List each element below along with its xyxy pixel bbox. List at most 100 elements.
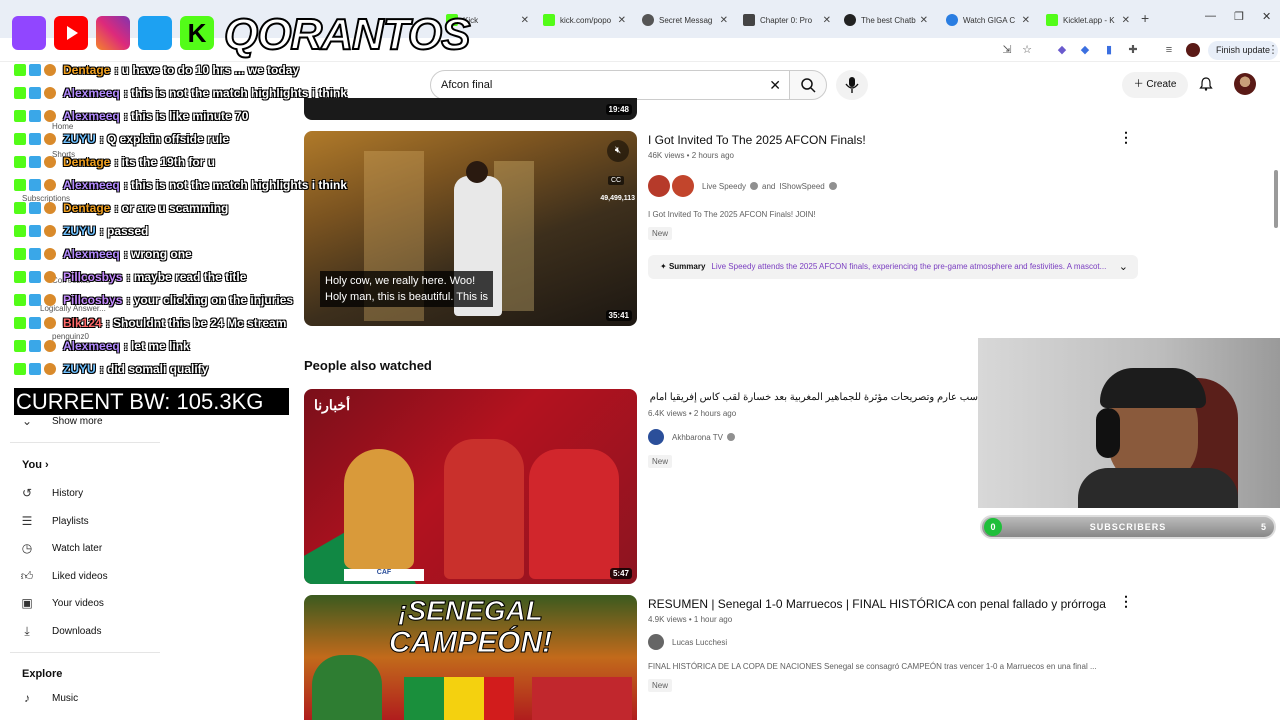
- profile-avatar[interactable]: [1186, 43, 1200, 57]
- search-button[interactable]: [789, 70, 827, 100]
- sidebar-item-watch-later[interactable]: ◷ Watch later: [20, 541, 102, 555]
- browser-tab[interactable]: The best Chatb ✕: [838, 8, 934, 32]
- video-title[interactable]: I Got Invited To The 2025 AFCON Finals!: [648, 133, 866, 147]
- close-icon[interactable]: ✕: [618, 15, 626, 26]
- tab-label: kick.com/popo: [560, 15, 612, 25]
- chat-username: Alexmeeq: [63, 86, 120, 100]
- chat-message: ZUYU: passed: [14, 221, 148, 241]
- kick-badge-icon: [14, 110, 26, 122]
- browser-tab[interactable]: Chapter 0: Pro ✕: [737, 8, 837, 32]
- channel-name[interactable]: Akhbarona TV: [672, 433, 723, 442]
- browser-tab[interactable]: Secret Messag ✕: [636, 8, 734, 32]
- video-title[interactable]: RESUMEN | Senegal 1-0 Marruecos | FINAL …: [648, 597, 1106, 611]
- channel-avatar: [648, 175, 670, 197]
- browser-tab[interactable]: Watch GIGA C ✕: [940, 8, 1036, 32]
- close-icon[interactable]: ✕: [720, 15, 728, 26]
- close-icon[interactable]: ✕: [1022, 15, 1030, 26]
- channel-row[interactable]: Lucas Lucchesi: [648, 634, 727, 650]
- chat-username: Alexmeeq: [63, 178, 120, 192]
- verified-icon: [727, 433, 735, 441]
- section-you[interactable]: You ›: [22, 459, 49, 471]
- lion-mascot: [344, 449, 414, 569]
- tab-label: Secret Messag: [659, 15, 713, 25]
- kick-badge-icon: [14, 271, 26, 283]
- subscriber-badge-icon: [29, 133, 41, 145]
- restore-icon[interactable]: ❐: [1234, 10, 1244, 23]
- mute-icon[interactable]: 🔇︎: [607, 140, 629, 162]
- more-actions-icon[interactable]: ⋮: [1119, 593, 1133, 610]
- video-thumbnail[interactable]: 🔇︎ CC 49,499,113 Holy cow, we really her…: [304, 131, 637, 326]
- tab-search-icon[interactable]: ≡: [1162, 43, 1176, 57]
- voice-search-button[interactable]: [836, 70, 868, 100]
- chat-message: ZUYU: did somali qualify: [14, 359, 208, 379]
- browser-tab[interactable]: Kicklet.app - K ✕: [1040, 8, 1136, 32]
- sidebar-item-liked-videos[interactable]: 👍︎ Liked videos: [20, 569, 108, 583]
- channel-name[interactable]: Lucas Lucchesi: [672, 638, 727, 647]
- chat-text: : your clicking on the injuries: [126, 293, 294, 307]
- sidebar-item-label: Your videos: [52, 597, 104, 609]
- more-actions-icon[interactable]: ⋮: [1119, 129, 1133, 146]
- install-icon[interactable]: ⇲: [1000, 43, 1014, 57]
- chat-username: Dentage: [63, 155, 111, 169]
- extension-icon[interactable]: ▮: [1102, 43, 1116, 57]
- scrollbar-thumb[interactable]: [1274, 170, 1278, 228]
- bookmark-star-icon[interactable]: ☆: [1020, 43, 1034, 57]
- video-thumbnail[interactable]: 19:48: [304, 98, 637, 120]
- notifications-bell-icon[interactable]: [1198, 76, 1214, 92]
- video-thumbnail[interactable]: CAF أخبارنا 5:47: [304, 389, 637, 584]
- close-window-icon[interactable]: ✕: [1262, 10, 1271, 23]
- headline-line: ¡SENEGAL: [398, 595, 544, 627]
- show-more-button[interactable]: ⌄ Show more: [20, 414, 103, 428]
- captions-icon[interactable]: CC: [608, 176, 625, 185]
- extension-icon[interactable]: ◆: [1055, 43, 1069, 57]
- browser-tab[interactable]: kick.com/popo ✕: [537, 8, 632, 32]
- chat-message: Alexmeeq: this is not the match highligh…: [14, 175, 347, 195]
- menu-dots-icon[interactable]: ⋮: [1266, 43, 1280, 57]
- sidebar-item-history[interactable]: ↺ History: [20, 486, 83, 500]
- summary-label: Summary: [668, 262, 706, 271]
- summary-text: Live Speedy attends the 2025 AFCON final…: [711, 262, 1107, 271]
- thumbnail-headline: ¡SENEGAL CAMPEÓN!: [304, 595, 637, 663]
- view-counter: 49,499,113: [600, 195, 635, 202]
- close-icon[interactable]: ✕: [823, 15, 831, 26]
- channel-avatar: [672, 175, 694, 197]
- subscriber-badge-icon: [29, 248, 41, 260]
- emote-badge-icon: [44, 87, 56, 99]
- sidebar-item-your-videos[interactable]: ▣ Your videos: [20, 596, 104, 610]
- sidebar-item-playlists[interactable]: ☰ Playlists: [20, 514, 89, 528]
- extensions-puzzle-icon[interactable]: ✚: [1126, 43, 1140, 57]
- close-icon[interactable]: ✕: [920, 15, 928, 26]
- divider: [10, 442, 160, 443]
- chevron-down-icon[interactable]: ⌄: [1119, 255, 1128, 279]
- caption-line: Holy cow, we really here. Woo!: [325, 275, 476, 287]
- close-icon[interactable]: ✕: [1122, 15, 1130, 26]
- new-tab-button[interactable]: +: [1141, 10, 1149, 26]
- chat-text: : this is not the match highlights i thi…: [123, 86, 348, 100]
- verified-icon: [750, 182, 759, 190]
- ai-summary-bar[interactable]: ✦ Summary Live Speedy attends the 2025 AF…: [648, 255, 1138, 279]
- clear-search-icon[interactable]: ✕: [769, 71, 781, 99]
- account-avatar[interactable]: [1234, 73, 1256, 95]
- video-thumbnail[interactable]: ¡SENEGAL CAMPEÓN!: [304, 595, 637, 720]
- chat-username: ZUYU: [63, 132, 96, 146]
- channel-row[interactable]: Live Speedy and IShowSpeed: [648, 175, 837, 197]
- sidebar-item-downloads[interactable]: ⤓ Downloads: [20, 624, 101, 638]
- emote-badge-icon: [44, 294, 56, 306]
- chat-username: Pillcosbys: [63, 270, 123, 284]
- create-button[interactable]: ＋ Create: [1122, 72, 1188, 98]
- channel-name[interactable]: Live Speedy: [702, 182, 746, 191]
- close-icon[interactable]: ✕: [521, 15, 529, 26]
- subscriber-badge-icon: [29, 179, 41, 191]
- kick-badge-icon: [14, 317, 26, 329]
- channel-row[interactable]: Akhbarona TV: [648, 429, 735, 445]
- video-title[interactable]: سب عارم وتصريحات مؤثرة للجماهير المغربية…: [648, 392, 978, 403]
- search-input[interactable]: Afcon final ✕: [430, 70, 790, 100]
- music-icon: ♪: [24, 691, 30, 705]
- video-description: FINAL HISTÓRICA DE LA COPA DE NACIONES S…: [648, 662, 1097, 671]
- player-figure: [312, 655, 382, 720]
- minimize-icon[interactable]: —: [1205, 10, 1216, 22]
- channel-name[interactable]: IShowSpeed: [779, 182, 824, 191]
- sidebar-item-music[interactable]: ♪ Music: [20, 691, 78, 705]
- chat-message: Alexmeeq: wrong one: [14, 244, 192, 264]
- extension-icon[interactable]: ◆: [1078, 43, 1092, 57]
